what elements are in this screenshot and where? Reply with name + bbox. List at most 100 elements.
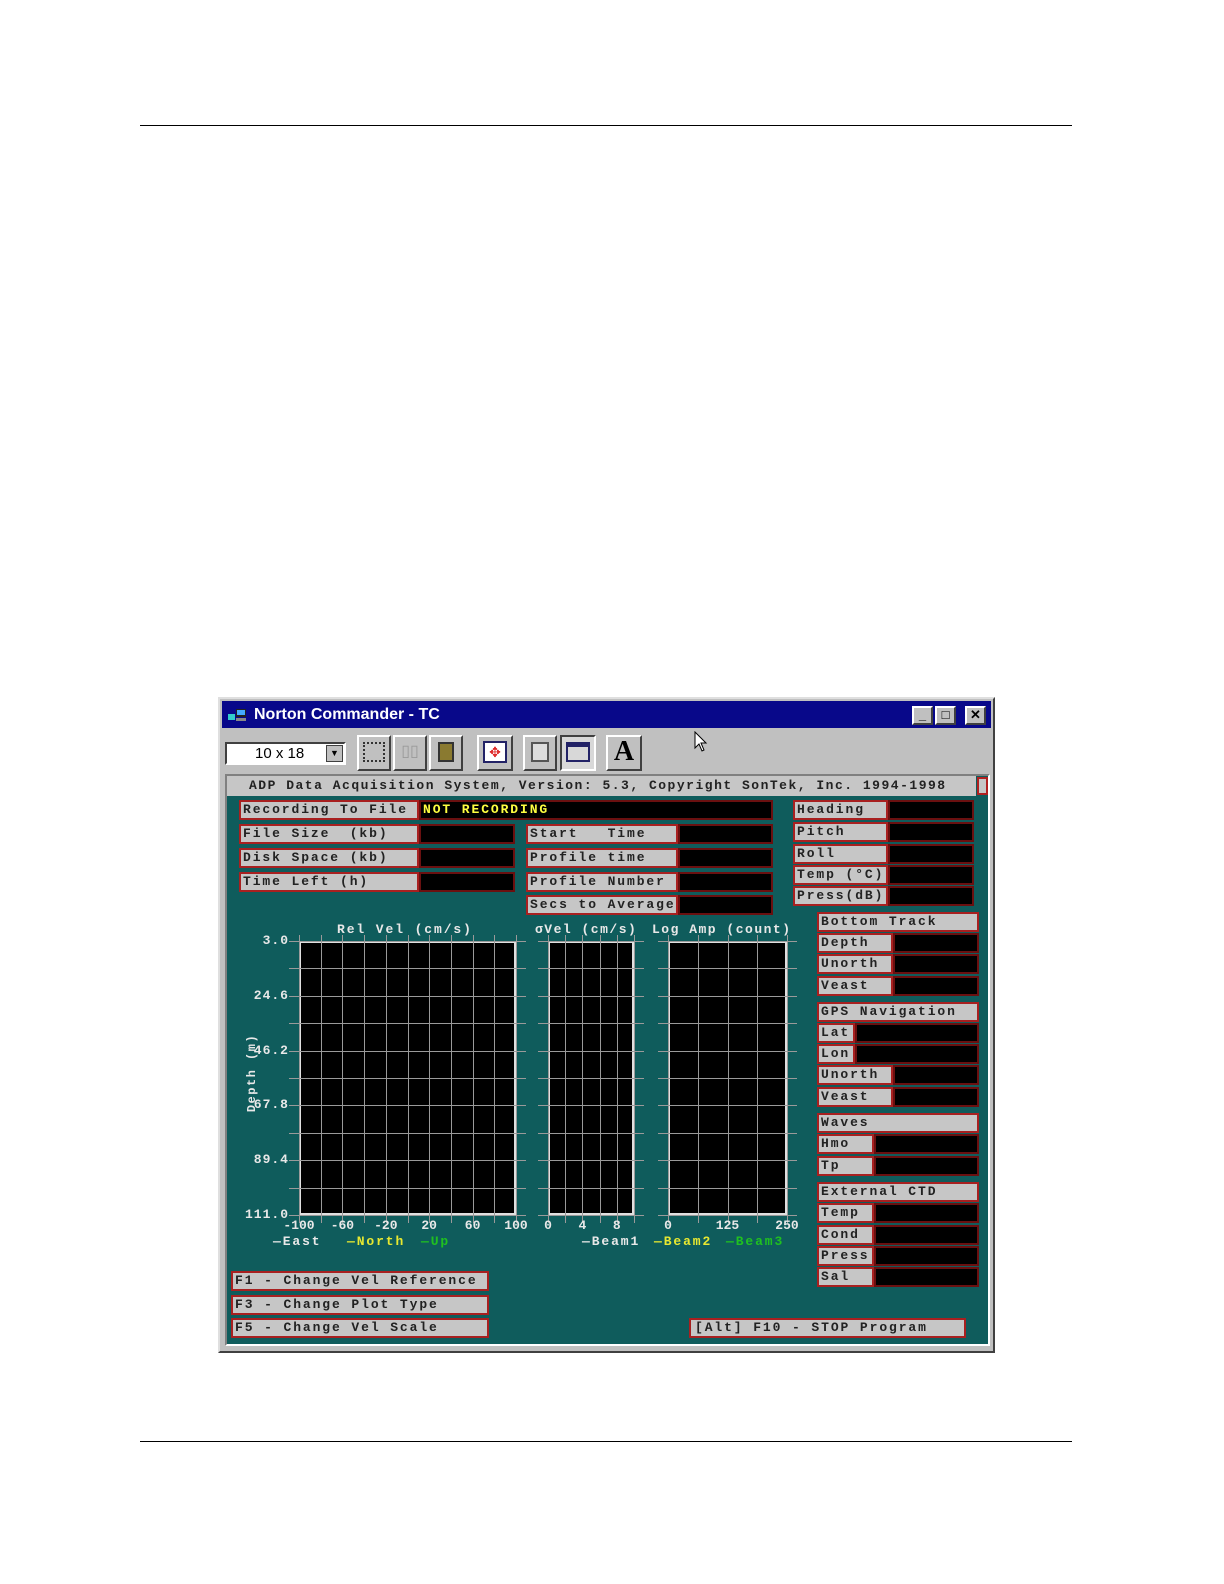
disk-space-value (419, 848, 515, 868)
font-icon: A (613, 736, 635, 767)
vertical-gridline (548, 935, 549, 1223)
vertical-gridline (668, 935, 669, 1223)
legend-east: —East (273, 1234, 322, 1249)
horizontal-gridline (538, 1078, 644, 1079)
y-tick-label: 24.6 (253, 987, 289, 1003)
background-button[interactable] (560, 735, 596, 771)
gps-lon-label: Lon (817, 1044, 855, 1064)
sigma-vel-title: σVel (cm/s) (535, 922, 638, 937)
ctd-sal-value (874, 1267, 979, 1287)
gps-lat-value (855, 1023, 979, 1043)
ctd-cond-value (874, 1225, 979, 1245)
profile-number-value (678, 872, 773, 892)
gps-veast-value (893, 1087, 979, 1107)
title-bar[interactable]: Norton Commander - TC _ □ ✕ (222, 701, 991, 728)
recording-label: Recording To File (239, 800, 419, 820)
minimize-button[interactable]: _ (912, 706, 933, 725)
app-icon (228, 709, 246, 721)
legend-north: —North (347, 1234, 406, 1249)
vertical-gridline (565, 935, 567, 1223)
f3-change-plot-type-button[interactable]: F3 - Change Plot Type (231, 1295, 489, 1315)
horizontal-gridline (538, 1050, 644, 1052)
x-tick-label: -60 (330, 1218, 355, 1233)
temp-c-label: Temp (°C) (793, 865, 888, 885)
mark-icon (363, 741, 385, 762)
ctd-cond-label: Cond (817, 1225, 874, 1245)
gps-unorth-label: Unorth (817, 1065, 893, 1085)
chevron-down-icon[interactable]: ▼ (326, 745, 343, 762)
heading-label: Heading (793, 800, 888, 820)
roll-value (888, 844, 974, 864)
y-tick-label: 111.0 (244, 1207, 289, 1222)
window-title: Norton Commander - TC (254, 706, 440, 723)
copy-button[interactable]: ▯▯ (393, 735, 427, 771)
file-size-label: File Size (kb) (239, 824, 419, 844)
profile-time-label: Profile time (526, 848, 678, 868)
horizontal-gridline (538, 1105, 644, 1107)
fullscreen-button[interactable]: ✥ (477, 735, 513, 771)
gps-lon-value (855, 1044, 979, 1064)
vertical-gridline (697, 935, 699, 1223)
y-axis-label: Depth (m) (245, 1033, 260, 1113)
background-icon (566, 741, 590, 762)
bottom-track-veast-label: Veast (817, 976, 893, 996)
vertical-gridline (494, 935, 496, 1223)
page-bottom-rule (140, 1441, 1072, 1442)
time-left-value (419, 872, 515, 892)
file-size-value (419, 824, 515, 844)
press-db-label: Press(dB) (793, 886, 888, 906)
gps-header: GPS Navigation (817, 1002, 979, 1022)
scrollbar[interactable] (977, 777, 988, 795)
temp-c-value (888, 865, 974, 885)
secs-to-average-label: Secs to Average (526, 895, 678, 915)
legend-beam3: —Beam3 (726, 1234, 785, 1249)
vertical-gridline (787, 935, 788, 1223)
x-tick-label: 0 (664, 1218, 672, 1233)
x-tick-label: 0 (544, 1218, 552, 1233)
vertical-gridline (364, 935, 366, 1223)
vertical-gridline (320, 935, 322, 1223)
rel-vel-title: Rel Vel (cm/s) (337, 922, 473, 937)
close-button[interactable]: ✕ (965, 706, 986, 725)
properties-button[interactable] (523, 735, 557, 771)
mouse-cursor-icon (694, 731, 708, 752)
waves-tp-value (874, 1156, 979, 1176)
x-tick-label: 4 (578, 1218, 587, 1233)
vertical-gridline (429, 935, 431, 1223)
paste-button[interactable] (429, 735, 463, 771)
waves-header: Waves (817, 1113, 979, 1133)
x-tick-label: 60 (464, 1218, 481, 1233)
vertical-gridline (757, 935, 759, 1223)
bottom-track-veast-value (893, 976, 979, 996)
horizontal-gridline (538, 1132, 644, 1134)
bottom-track-unorth-value (893, 954, 979, 974)
horizontal-gridline (538, 1160, 644, 1162)
f1-change-vel-reference-button[interactable]: F1 - Change Vel Reference (231, 1271, 489, 1291)
start-time-label: Start Time (526, 824, 678, 844)
page-top-rule (140, 125, 1072, 126)
font-size-select[interactable]: 10 x 18 ▼ (225, 742, 346, 765)
bottom-track-unorth-label: Unorth (817, 954, 893, 974)
profile-number-label: Profile Number (526, 872, 678, 892)
vertical-gridline (450, 935, 452, 1223)
ctd-temp-value (874, 1203, 979, 1223)
mark-button[interactable] (357, 735, 391, 771)
pitch-value (888, 822, 974, 842)
y-tick-label: 3.0 (262, 933, 289, 948)
maximize-button[interactable]: □ (935, 706, 956, 725)
ctd-press-label: Press (817, 1246, 874, 1266)
profile-time-value (678, 848, 773, 868)
vertical-gridline (634, 935, 635, 1223)
stop-program-button[interactable]: [Alt] F10 - STOP Program (689, 1318, 966, 1338)
waves-tp-label: Tp (817, 1156, 874, 1176)
horizontal-gridline (538, 941, 644, 942)
app-header: ADP Data Acquisition System, Version: 5.… (227, 776, 976, 796)
font-button[interactable]: A (606, 735, 642, 771)
f5-change-vel-scale-button[interactable]: F5 - Change Vel Scale (231, 1318, 489, 1338)
roll-label: Roll (793, 844, 888, 864)
ctd-press-value (874, 1246, 979, 1266)
heading-value (888, 800, 974, 820)
waves-hmo-value (874, 1134, 979, 1154)
waves-hmo-label: Hmo (817, 1134, 874, 1154)
start-time-value (678, 824, 773, 844)
